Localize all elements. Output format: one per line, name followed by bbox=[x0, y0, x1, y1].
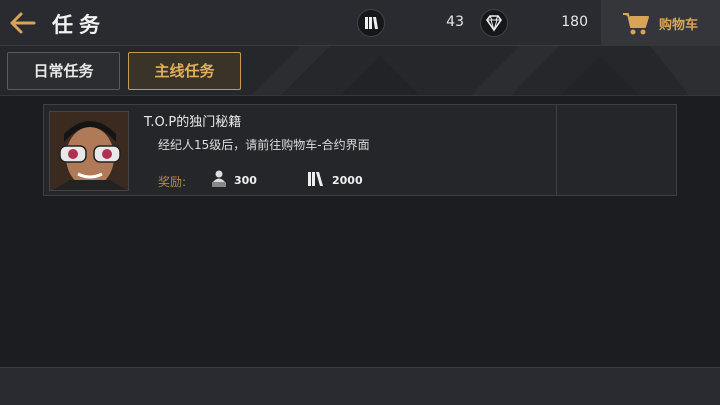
diamond-currency-value: 180 bbox=[561, 14, 588, 30]
reward-exp-value: 300 bbox=[234, 174, 257, 187]
tab-strip: 日常任务 主线任务 bbox=[0, 46, 720, 96]
quest-description: 经纪人15级后，请前往购物车-合约界面 bbox=[158, 138, 370, 152]
card-divider bbox=[556, 105, 557, 195]
quest-title: T.O.P的独门秘籍 bbox=[144, 115, 242, 130]
quest-avatar bbox=[49, 111, 129, 191]
back-button[interactable] bbox=[6, 8, 40, 38]
books-icon bbox=[308, 172, 323, 186]
reward-books-value: 2000 bbox=[332, 174, 363, 187]
reward-label: 奖励: bbox=[158, 175, 187, 189]
page-title: 任务 bbox=[52, 13, 106, 37]
books-currency-icon bbox=[357, 9, 385, 37]
diamond-currency-icon bbox=[480, 9, 508, 37]
books-currency-value: 43 bbox=[446, 14, 464, 30]
tab-daily-quests[interactable]: 日常任务 bbox=[7, 52, 120, 90]
quest-card[interactable]: T.O.P的独门秘籍 经纪人15级后，请前往购物车-合约界面 奖励: 300 2… bbox=[43, 104, 677, 196]
top-bar: 任务 43 180 购物车 bbox=[0, 0, 720, 46]
bottom-bar bbox=[0, 367, 720, 405]
exp-icon bbox=[212, 170, 226, 187]
cart-icon bbox=[623, 13, 649, 35]
cart-button[interactable]: 购物车 bbox=[601, 0, 720, 46]
back-arrow-icon bbox=[10, 12, 36, 34]
tab-main-quests[interactable]: 主线任务 bbox=[128, 52, 241, 90]
cart-label: 购物车 bbox=[659, 18, 699, 33]
